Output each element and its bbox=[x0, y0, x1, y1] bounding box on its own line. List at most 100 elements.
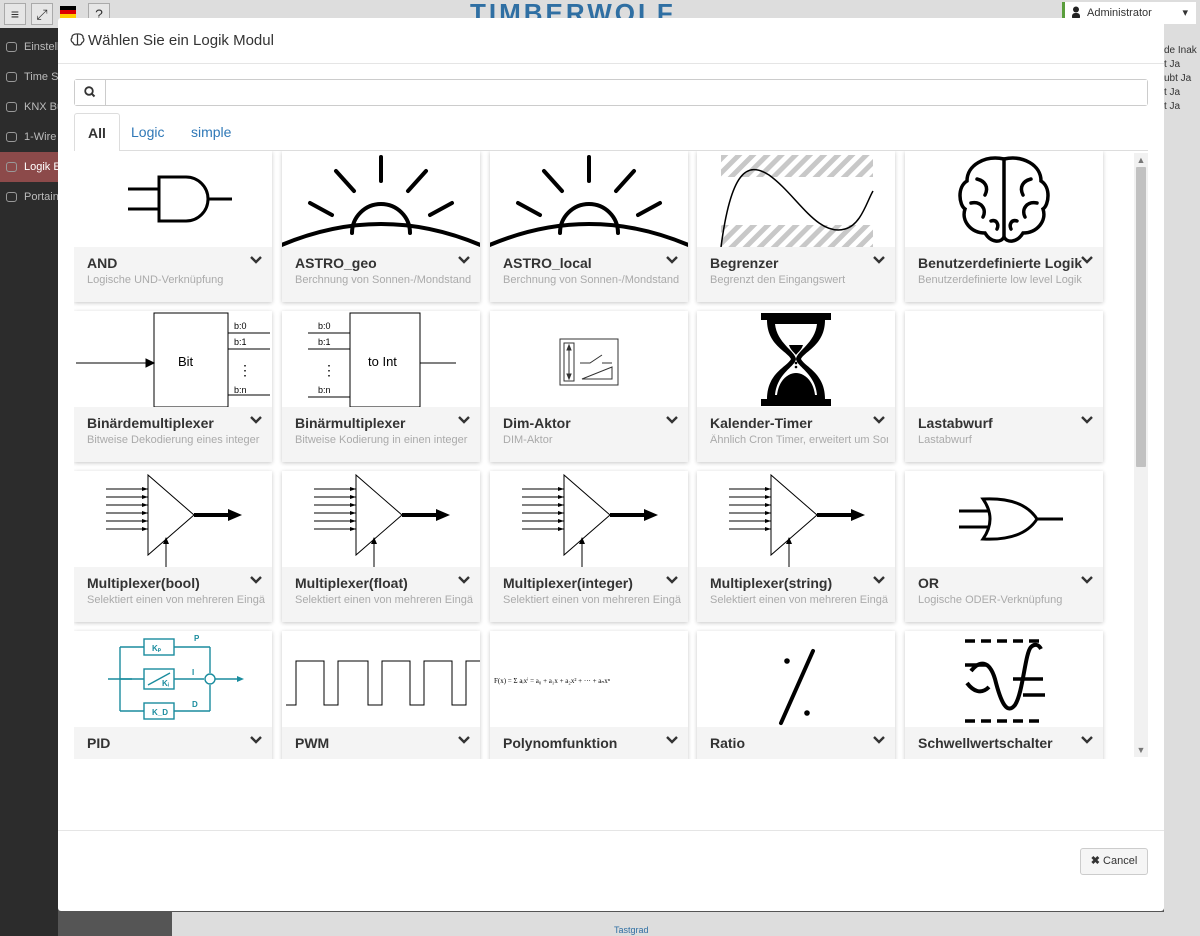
module-card-body[interactable]: Benutzerdefinierte Logik Benutzerdefinier… bbox=[905, 247, 1103, 302]
module-image[interactable] bbox=[74, 471, 272, 567]
module-image[interactable] bbox=[282, 471, 480, 567]
module-image[interactable] bbox=[905, 631, 1103, 727]
tab-all[interactable]: All bbox=[74, 113, 120, 152]
module-card[interactable]: Dim-Aktor DIM-Aktor bbox=[490, 311, 688, 462]
module-card-body[interactable]: Dim-Aktor DIM-Aktor bbox=[490, 407, 688, 462]
chevron-down-icon[interactable] bbox=[249, 254, 263, 266]
module-image[interactable] bbox=[490, 151, 688, 247]
module-image[interactable] bbox=[697, 631, 895, 727]
chevron-down-icon[interactable] bbox=[872, 414, 886, 426]
module-image[interactable]: Bit b:0 b:1 b:n ⋮ bbox=[74, 311, 272, 407]
module-card-body[interactable]: PWM bbox=[282, 727, 480, 759]
sidebar-item[interactable]: Einstellungen bbox=[0, 32, 58, 62]
module-card-body[interactable]: ASTRO_local Berchnung von Sonnen-/Mondsta… bbox=[490, 247, 688, 302]
module-card-body[interactable]: PID bbox=[74, 727, 272, 759]
module-card[interactable]: Lastabwurf Lastabwurf bbox=[905, 311, 1103, 462]
scroll-down-icon[interactable]: ▼ bbox=[1134, 743, 1148, 757]
background-link[interactable]: Tastgrad bbox=[614, 925, 649, 935]
module-image[interactable]: to Int b:0 b:1 b:n ⋮ bbox=[282, 311, 480, 407]
tab-simple[interactable]: simple bbox=[178, 113, 244, 151]
module-card-body[interactable]: Binärmultiplexer Bitweise Kodierung in ei… bbox=[282, 407, 480, 462]
module-image[interactable] bbox=[74, 151, 272, 247]
sidebar-item-label: Portainer bbox=[24, 191, 58, 203]
chevron-down-icon[interactable] bbox=[249, 574, 263, 586]
chevron-down-icon[interactable] bbox=[1080, 254, 1094, 266]
scroll-up-icon[interactable]: ▲ bbox=[1134, 153, 1148, 167]
module-card[interactable]: PWM bbox=[282, 631, 480, 759]
sidebar-item[interactable]: Portainer bbox=[0, 182, 58, 212]
module-card-body[interactable]: Multiplexer(string) Selektiert einen von … bbox=[697, 567, 895, 622]
chevron-down-icon[interactable] bbox=[872, 574, 886, 586]
module-card-body[interactable]: AND Logische UND-Verknüpfung bbox=[74, 247, 272, 302]
cancel-button[interactable]: ✖ Cancel bbox=[1080, 848, 1148, 875]
module-card-body[interactable]: Kalender-Timer Ähnlich Cron Timer, erweit… bbox=[697, 407, 895, 462]
module-card[interactable]: ASTRO_local Berchnung von Sonnen-/Mondsta… bbox=[490, 151, 688, 302]
module-image[interactable] bbox=[282, 631, 480, 727]
tab-logic[interactable]: Logic bbox=[118, 113, 177, 151]
module-card[interactable]: Multiplexer(string) Selektiert einen von … bbox=[697, 471, 895, 622]
chevron-down-icon[interactable] bbox=[872, 254, 886, 266]
chevron-down-icon[interactable] bbox=[665, 254, 679, 266]
module-image[interactable] bbox=[905, 151, 1103, 247]
search-input[interactable] bbox=[107, 80, 1147, 105]
module-card[interactable]: Kₚ Kᵢ K_D P I D PID bbox=[74, 631, 272, 759]
module-grid-scrollbar[interactable]: ▲ ▼ bbox=[1134, 153, 1148, 757]
module-image[interactable] bbox=[697, 311, 895, 407]
module-card[interactable]: Multiplexer(float) Selektiert einen von m… bbox=[282, 471, 480, 622]
module-card[interactable]: Benutzerdefinierte Logik Benutzerdefinier… bbox=[905, 151, 1103, 302]
module-image[interactable]: F(x) = Σ aᵢxⁱ = a₀ + a₁x + a₂x² + ··· + … bbox=[490, 631, 688, 727]
menu-icon[interactable]: ≡ bbox=[4, 3, 26, 25]
module-card[interactable]: AND Logische UND-Verknüpfung bbox=[74, 151, 272, 302]
chevron-down-icon[interactable] bbox=[457, 414, 471, 426]
chevron-down-icon[interactable] bbox=[665, 414, 679, 426]
module-card-body[interactable]: OR Logische ODER-Verknüpfung bbox=[905, 567, 1103, 622]
sidebar-item[interactable]: 1-Wire bbox=[0, 122, 58, 152]
sidebar-item[interactable]: Logik Editor bbox=[0, 152, 58, 182]
module-image[interactable] bbox=[490, 311, 688, 407]
chevron-down-icon[interactable] bbox=[457, 734, 471, 746]
chevron-down-icon[interactable] bbox=[1080, 734, 1094, 746]
module-card-body[interactable]: Ratio bbox=[697, 727, 895, 759]
module-card-body[interactable]: Polynomfunktion bbox=[490, 727, 688, 759]
chevron-down-icon[interactable] bbox=[1080, 414, 1094, 426]
module-image[interactable] bbox=[905, 311, 1103, 407]
module-card-body[interactable]: Lastabwurf Lastabwurf bbox=[905, 407, 1103, 462]
module-card[interactable]: OR Logische ODER-Verknüpfung bbox=[905, 471, 1103, 622]
sidebar-item[interactable]: KNX Bus bbox=[0, 92, 58, 122]
module-card-body[interactable]: Multiplexer(bool) Selektiert einen von me… bbox=[74, 567, 272, 622]
chevron-down-icon[interactable] bbox=[665, 574, 679, 586]
module-image[interactable] bbox=[905, 471, 1103, 567]
chevron-down-icon[interactable] bbox=[665, 734, 679, 746]
module-image[interactable] bbox=[490, 471, 688, 567]
module-card[interactable]: Begrenzer Begrenzt den Eingangswert bbox=[697, 151, 895, 302]
scroll-thumb[interactable] bbox=[1136, 167, 1146, 467]
module-card[interactable]: Ratio bbox=[697, 631, 895, 759]
module-card-body[interactable]: Schwellwertschalter bbox=[905, 727, 1103, 759]
module-card[interactable]: Schwellwertschalter bbox=[905, 631, 1103, 759]
module-card-body[interactable]: Multiplexer(float) Selektiert einen von m… bbox=[282, 567, 480, 622]
chevron-down-icon[interactable] bbox=[872, 734, 886, 746]
module-card[interactable]: Bit b:0 b:1 b:n ⋮ Binärdemultiplexer Bitwe… bbox=[74, 311, 272, 462]
chevron-down-icon[interactable] bbox=[249, 734, 263, 746]
module-card-body[interactable]: ASTRO_geo Berchnung von Sonnen-/Mondstand bbox=[282, 247, 480, 302]
fullscreen-icon[interactable]: ⤢ bbox=[31, 3, 53, 25]
module-card[interactable]: ASTRO_geo Berchnung von Sonnen-/Mondstand bbox=[282, 151, 480, 302]
chevron-down-icon[interactable] bbox=[249, 414, 263, 426]
module-image[interactable] bbox=[697, 151, 895, 247]
module-image[interactable] bbox=[697, 471, 895, 567]
german-flag-icon[interactable] bbox=[60, 6, 76, 18]
module-card[interactable]: Kalender-Timer Ähnlich Cron Timer, erweit… bbox=[697, 311, 895, 462]
chevron-down-icon[interactable] bbox=[457, 574, 471, 586]
chevron-down-icon[interactable] bbox=[1080, 574, 1094, 586]
module-card-body[interactable]: Binärdemultiplexer Bitweise Dekodierung e… bbox=[74, 407, 272, 462]
module-card[interactable]: Multiplexer(bool) Selektiert einen von me… bbox=[74, 471, 272, 622]
module-card-body[interactable]: Begrenzer Begrenzt den Eingangswert bbox=[697, 247, 895, 302]
module-image[interactable] bbox=[282, 151, 480, 247]
sidebar-item[interactable]: Time Series bbox=[0, 62, 58, 92]
module-card[interactable]: F(x) = Σ aᵢxⁱ = a₀ + a₁x + a₂x² + ··· + … bbox=[490, 631, 688, 759]
chevron-down-icon[interactable] bbox=[457, 254, 471, 266]
module-card[interactable]: to Int b:0 b:1 b:n ⋮ Binärmultiplexer Bitw… bbox=[282, 311, 480, 462]
module-card-body[interactable]: Multiplexer(integer) Selektiert einen von… bbox=[490, 567, 688, 622]
module-image[interactable]: Kₚ Kᵢ K_D P I D bbox=[74, 631, 272, 727]
module-card[interactable]: Multiplexer(integer) Selektiert einen von… bbox=[490, 471, 688, 622]
